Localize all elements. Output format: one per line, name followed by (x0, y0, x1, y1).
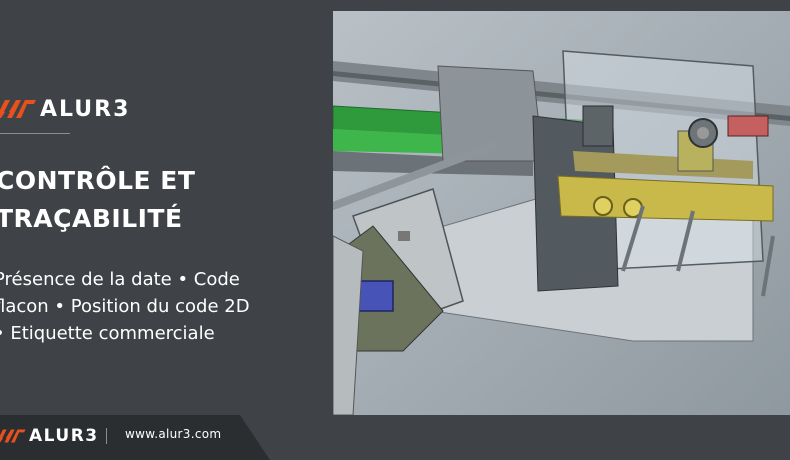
description-line-3: • Etiquette commerciale (0, 323, 215, 344)
alur3-logo-mark-icon (0, 429, 26, 443)
brand-name: ALUR3 (40, 96, 131, 122)
description-line-2: flacon • Position du code 2D (0, 296, 250, 317)
footer-logo: ALUR3 (0, 426, 99, 446)
machine-illustration (333, 11, 790, 415)
machine-render-image (333, 11, 790, 415)
divider (0, 133, 70, 134)
brand-logo: ALUR3 (0, 96, 130, 122)
headline-line-2: TRAÇABILITÉ (0, 204, 183, 233)
footer-separator (106, 428, 107, 444)
website-link[interactable]: www.alur3.com (125, 427, 221, 441)
headline-line-1: CONTRÔLE ET (0, 166, 196, 195)
description-line-1: Présence de la date • Code (0, 269, 240, 290)
footer-brand-name: ALUR3 (29, 426, 99, 446)
headline: CONTRÔLE ET TRAÇABILITÉ (0, 162, 326, 238)
description: Présence de la date • Code flacon • Posi… (0, 266, 324, 347)
alur3-logo-mark-icon (0, 100, 36, 118)
